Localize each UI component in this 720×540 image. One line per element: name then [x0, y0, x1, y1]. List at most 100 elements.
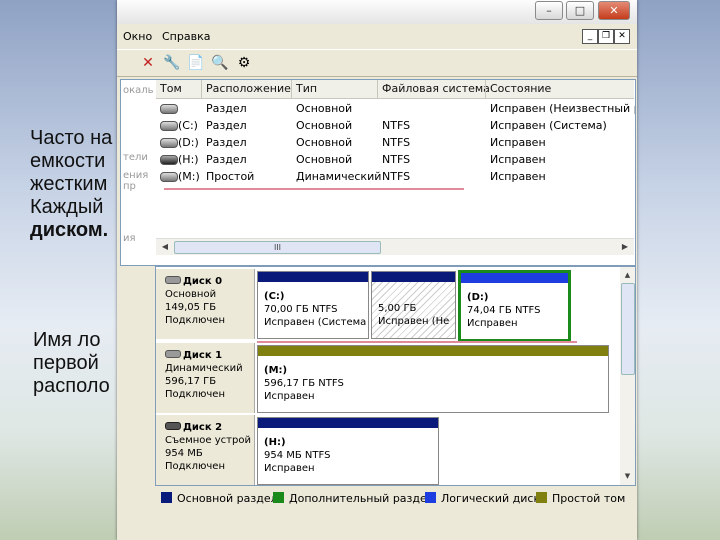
table-row[interactable]: (C:) Раздел Основной NTFS Исправен (Сист… — [156, 117, 634, 134]
col-header-status[interactable]: Состояние — [490, 82, 551, 95]
cell-status: Исправен — [490, 153, 546, 166]
disk-info-0[interactable]: Диск 0 Основной 149,05 ГБ Подключен — [156, 269, 255, 339]
highlight-underline — [257, 341, 577, 343]
cell-type: Основной — [296, 102, 353, 115]
partition-status: Исправен — [264, 391, 315, 402]
disk-name: Диск 0 — [183, 276, 223, 287]
cell-volume: (M:) — [178, 170, 200, 183]
col-header-layout[interactable]: Расположение — [206, 82, 291, 95]
partition-bar — [258, 272, 368, 282]
mdi-minimize-button[interactable]: _ — [582, 29, 598, 44]
properties-icon-2[interactable]: 📄 — [187, 54, 205, 72]
slide-line: жестким — [30, 173, 108, 195]
slide-line: емкости — [30, 150, 106, 172]
slide-line: Имя ло — [33, 329, 101, 351]
delete-icon[interactable]: ✕ — [139, 54, 157, 72]
table-row[interactable]: (H:) Раздел Основной NTFS Исправен — [156, 151, 634, 168]
cell-status: Исправен (Система) — [490, 119, 607, 132]
disk-size: 596,17 ГБ — [165, 376, 217, 387]
col-header-fs[interactable]: Файловая система — [382, 82, 490, 95]
menu-window[interactable]: Окно — [123, 30, 152, 43]
maximize-button[interactable]: □ — [566, 1, 594, 20]
partition-status: Исправен — [467, 318, 518, 329]
disk-type: Съемное устрой — [165, 435, 251, 446]
disk-name: Диск 2 — [183, 422, 223, 433]
drive-icon — [160, 172, 178, 182]
legend-extended: Дополнительный раздел — [273, 492, 434, 505]
partition-label: (H:) — [264, 437, 286, 448]
settings-icon[interactable]: ⚙ — [235, 54, 253, 72]
help-icon[interactable]: 🔍 — [211, 54, 229, 72]
menu-bar: Окно Справка _ ❐ ✕ — [117, 27, 637, 47]
cell-status: Исправен — [490, 170, 546, 183]
disk-name: Диск 1 — [183, 350, 223, 361]
cell-volume: (C:) — [178, 119, 198, 132]
drive-icon — [160, 104, 178, 114]
tree-label: тели — [123, 152, 148, 163]
scroll-down-arrow[interactable]: ▼ — [621, 470, 634, 482]
partition-d[interactable]: (D:) 74,04 ГБ NTFS Исправен — [458, 270, 571, 342]
disk-state: Подключен — [165, 461, 225, 472]
cell-fs: NTFS — [382, 119, 411, 132]
horizontal-scrollbar[interactable]: ◀ III ▶ — [156, 238, 634, 255]
partition-bar — [258, 418, 438, 428]
table-header: Том Расположение Тип Файловая система Со… — [156, 80, 634, 99]
mdi-close-button[interactable]: ✕ — [614, 29, 630, 44]
col-header-volume[interactable]: Том — [160, 82, 182, 95]
scroll-thumb[interactable]: III — [174, 241, 381, 254]
minimize-button[interactable]: – — [535, 1, 563, 20]
title-bar[interactable]: – □ ✕ — [117, 0, 637, 24]
cell-type: Динамический — [296, 170, 382, 183]
volume-list-pane: окаль тели ения пр ия Том Расположение Т… — [120, 79, 636, 266]
partition-status: Исправен — [264, 463, 315, 474]
close-button[interactable]: ✕ — [598, 1, 630, 20]
partition-c[interactable]: (C:) 70,00 ГБ NTFS Исправен (Система — [257, 271, 369, 339]
drive-icon — [160, 155, 178, 165]
disk-info-2[interactable]: Диск 2 Съемное устрой 954 МБ Подключен — [156, 415, 255, 485]
scroll-thumb[interactable] — [621, 283, 635, 375]
disk-type: Динамический — [165, 363, 243, 374]
partition-h[interactable]: (H:) 954 МБ NTFS Исправен — [257, 417, 439, 485]
scroll-up-arrow[interactable]: ▲ — [621, 269, 634, 281]
slide-line-bold: диском. — [30, 219, 109, 241]
cell-layout: Раздел — [206, 102, 247, 115]
cell-layout: Простой — [206, 170, 255, 183]
toolbar: ✕ 🔧 📄 🔍 ⚙ — [117, 49, 637, 77]
slide-line: Каждый — [30, 196, 104, 218]
disk-state: Подключен — [165, 389, 225, 400]
legend-simple: Простой том — [536, 492, 625, 505]
cell-layout: Раздел — [206, 136, 247, 149]
disk-size: 149,05 ГБ — [165, 302, 217, 313]
table-row[interactable]: Раздел Основной Исправен (Неизвестный ра — [156, 100, 635, 117]
partition-size: 70,00 ГБ NTFS — [264, 304, 338, 315]
cell-fs: NTFS — [382, 136, 411, 149]
legend-logical: Логический диск — [425, 492, 540, 505]
legend-bar: Основной раздел Дополнительный раздел Ло… — [155, 487, 634, 509]
tree-label: окаль — [123, 85, 154, 96]
partition-label: (M:) — [264, 365, 288, 376]
partition-unknown[interactable]: 5,00 ГБ Исправен (Не — [371, 271, 456, 339]
disk-info-1[interactable]: Диск 1 Динамический 596,17 ГБ Подключен — [156, 343, 255, 413]
drive-icon — [160, 138, 178, 148]
partition-size: 954 МБ NTFS — [264, 450, 331, 461]
menu-help[interactable]: Справка — [162, 30, 210, 43]
disk-icon — [165, 350, 181, 358]
vertical-scrollbar[interactable]: ▲ ▼ — [620, 267, 635, 485]
highlight-underline — [164, 188, 464, 190]
scroll-left-arrow[interactable]: ◀ — [158, 241, 172, 252]
partition-label: (D:) — [467, 292, 489, 303]
scroll-right-arrow[interactable]: ▶ — [618, 241, 632, 252]
col-header-type[interactable]: Тип — [296, 82, 317, 95]
table-row[interactable]: (D:) Раздел Основной NTFS Исправен — [156, 134, 634, 151]
cell-fs: NTFS — [382, 153, 411, 166]
table-row[interactable]: (M:) Простой Динамический NTFS Исправен — [156, 168, 634, 185]
cell-volume: (H:) — [178, 153, 199, 166]
partition-status: Исправен (Не — [378, 316, 450, 327]
partition-bar — [461, 273, 568, 283]
legend-primary: Основной раздел — [161, 492, 278, 505]
tree-label: ия — [123, 233, 136, 244]
properties-icon[interactable]: 🔧 — [163, 54, 181, 72]
partition-m[interactable]: (M:) 596,17 ГБ NTFS Исправен — [257, 345, 609, 413]
mdi-restore-button[interactable]: ❐ — [598, 29, 614, 44]
partition-size: 596,17 ГБ NTFS — [264, 378, 344, 389]
